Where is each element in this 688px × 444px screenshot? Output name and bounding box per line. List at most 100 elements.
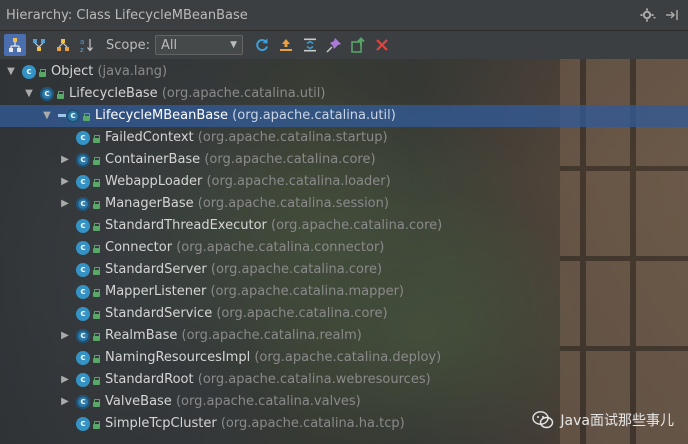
collapsed-arrow-icon[interactable]: ▶ bbox=[58, 193, 72, 215]
tree-row[interactable]: ▶ c StandardRoot (org.apache.catalina.webr… bbox=[0, 369, 688, 391]
class-name: StandardThreadExecutor bbox=[105, 218, 267, 233]
expanded-arrow-icon[interactable]: ▼ bbox=[4, 61, 18, 83]
collapsed-arrow-icon[interactable]: ▶ bbox=[58, 171, 72, 193]
class-icon: c bbox=[76, 417, 90, 431]
pin-to-edge-icon[interactable] bbox=[664, 7, 680, 23]
close-button[interactable] bbox=[371, 34, 393, 56]
abstract-class-icon: c bbox=[40, 87, 54, 101]
class-label: LifecycleMBeanBase (org.apache.catalina.… bbox=[95, 105, 396, 127]
package-name: (org.apache.catalina.startup) bbox=[197, 130, 388, 145]
class-name: WebappLoader bbox=[105, 174, 203, 189]
supertypes-hierarchy-button[interactable] bbox=[28, 34, 50, 56]
public-lock-icon bbox=[93, 421, 100, 429]
refresh-button[interactable] bbox=[251, 34, 273, 56]
class-name: RealmBase bbox=[105, 328, 178, 343]
tree-row[interactable]: c MapperListener (org.apache.catalina.map… bbox=[0, 281, 688, 303]
package-name: (org.apache.catalina.ha.tcp) bbox=[220, 416, 405, 431]
tree-row[interactable]: ▶ c WebappLoader (org.apache.catalina.load… bbox=[0, 171, 688, 193]
class-icon: c bbox=[76, 241, 90, 255]
collapsed-arrow-icon[interactable]: ▶ bbox=[58, 391, 72, 413]
tree-row[interactable]: c StandardService (org.apache.catalina.co… bbox=[0, 303, 688, 325]
autoscroll-button[interactable] bbox=[275, 34, 297, 56]
class-label: FailedContext (org.apache.catalina.start… bbox=[105, 127, 388, 149]
public-lock-icon bbox=[57, 91, 64, 99]
class-label: MapperListener (org.apache.catalina.mapp… bbox=[105, 281, 404, 303]
sort-alphabetically-button[interactable]: az bbox=[76, 34, 98, 56]
pin-button[interactable] bbox=[323, 34, 345, 56]
expanded-arrow-icon[interactable]: ▼ bbox=[22, 83, 36, 105]
package-name: (org.apache.catalina.webresources) bbox=[197, 372, 431, 387]
watermark-text: Java面试那些事儿 bbox=[560, 413, 674, 429]
tree-row[interactable]: ▼ c Object (java.lang) bbox=[0, 61, 688, 83]
tree-row[interactable]: c FailedContext (org.apache.catalina.star… bbox=[0, 127, 688, 149]
scope-select[interactable]: All ▼ bbox=[154, 35, 243, 55]
class-name: LifecycleBase bbox=[69, 86, 158, 101]
class-label: StandardServer (org.apache.catalina.core… bbox=[105, 259, 382, 281]
selected-marker-icon bbox=[58, 114, 66, 117]
abstract-class-icon: c bbox=[76, 329, 90, 343]
class-name: NamingResourcesImpl bbox=[105, 350, 251, 365]
tree-row[interactable]: c StandardServer (org.apache.catalina.cor… bbox=[0, 259, 688, 281]
class-name: ManagerBase bbox=[105, 196, 194, 211]
sort-alphabetically-icon: az bbox=[80, 38, 93, 53]
tree-row[interactable]: c Connector (org.apache.catalina.connecto… bbox=[0, 237, 688, 259]
export-icon bbox=[351, 37, 365, 53]
subtypes-hierarchy-icon bbox=[57, 39, 69, 51]
tree-row[interactable]: ▼ c LifecycleMBeanBase (org.apache.catalin… bbox=[0, 105, 688, 127]
package-name: (org.apache.catalina.loader) bbox=[206, 174, 391, 189]
class-hierarchy-button[interactable] bbox=[4, 34, 26, 56]
class-icon: c bbox=[22, 65, 36, 79]
class-icon: c bbox=[76, 263, 90, 277]
package-name: (org.apache.catalina.session) bbox=[197, 196, 389, 211]
class-icon: c bbox=[76, 219, 90, 233]
tree-row[interactable]: c StandardThreadExecutor (org.apache.cata… bbox=[0, 215, 688, 237]
supertypes-hierarchy-icon bbox=[33, 39, 45, 51]
class-name: FailedContext bbox=[105, 130, 194, 145]
tree-row[interactable]: ▶ c ManagerBase (org.apache.catalina.sessi… bbox=[0, 193, 688, 215]
class-label: ContainerBase (org.apache.catalina.core) bbox=[105, 149, 376, 171]
tree-row[interactable]: ▼ c LifecycleBase (org.apache.catalina.uti… bbox=[0, 83, 688, 105]
class-label: ManagerBase (org.apache.catalina.session… bbox=[105, 193, 389, 215]
expand-all-button[interactable] bbox=[299, 34, 321, 56]
package-name: (org.apache.catalina.core) bbox=[204, 152, 376, 167]
export-button[interactable] bbox=[347, 34, 369, 56]
class-name: ContainerBase bbox=[105, 152, 201, 167]
abstract-class-icon: c bbox=[66, 109, 80, 123]
class-icon: c bbox=[76, 285, 90, 299]
package-name: (org.apache.catalina.realm) bbox=[181, 328, 362, 343]
package-name: (org.apache.catalina.valves) bbox=[175, 394, 361, 409]
public-lock-icon bbox=[93, 377, 100, 385]
public-lock-icon bbox=[93, 311, 100, 319]
tree-row[interactable]: c NamingResourcesImpl (org.apache.catalin… bbox=[0, 347, 688, 369]
window-title: Hierarchy: Class LifecycleMBeanBase bbox=[6, 7, 248, 23]
class-name: StandardService bbox=[105, 306, 213, 321]
class-icon: c bbox=[76, 307, 90, 321]
expanded-arrow-icon[interactable]: ▼ bbox=[40, 105, 54, 127]
package-name: (org.apache.catalina.deploy) bbox=[254, 350, 442, 365]
abstract-class-icon: c bbox=[76, 395, 90, 409]
package-name: (org.apache.catalina.core) bbox=[271, 218, 443, 233]
tree-row[interactable]: ▶ c ContainerBase (org.apache.catalina.cor… bbox=[0, 149, 688, 171]
public-lock-icon bbox=[93, 355, 100, 363]
public-lock-icon bbox=[93, 157, 100, 165]
class-name: MapperListener bbox=[105, 284, 207, 299]
wechat-logo-icon bbox=[532, 411, 554, 429]
class-label: SimpleTcpCluster (org.apache.catalina.ha… bbox=[105, 413, 405, 435]
pin-icon bbox=[326, 38, 341, 53]
tree-row[interactable]: ▶ c RealmBase (org.apache.catalina.realm) bbox=[0, 325, 688, 347]
svg-text:a: a bbox=[80, 38, 84, 46]
gear-icon[interactable] bbox=[640, 7, 656, 23]
class-name: SimpleTcpCluster bbox=[105, 416, 217, 431]
collapsed-arrow-icon[interactable]: ▶ bbox=[58, 369, 72, 391]
public-lock-icon bbox=[93, 223, 100, 231]
collapsed-arrow-icon[interactable]: ▶ bbox=[58, 325, 72, 347]
class-label: NamingResourcesImpl (org.apache.catalina… bbox=[105, 347, 441, 369]
collapsed-arrow-icon[interactable]: ▶ bbox=[58, 149, 72, 171]
class-label: StandardThreadExecutor (org.apache.catal… bbox=[105, 215, 442, 237]
subtypes-hierarchy-button[interactable] bbox=[52, 34, 74, 56]
